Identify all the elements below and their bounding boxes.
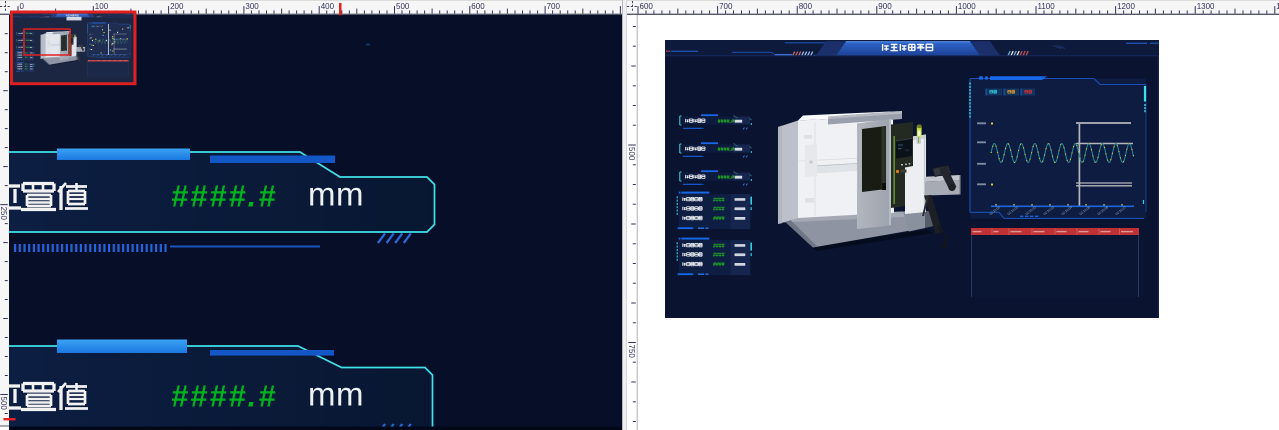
svg-text:700: 700 [719,2,733,11]
svg-text:1200: 1200 [1117,2,1135,11]
svg-text:300: 300 [245,2,259,11]
svg-text:500: 500 [396,2,410,11]
svg-text:####.#: ####.# [171,380,278,414]
svg-text:400: 400 [321,2,335,11]
svg-text:0: 0 [20,2,25,11]
svg-text:500: 500 [627,147,636,161]
svg-text:600: 600 [471,2,485,11]
svg-text:####.#: ####.# [171,180,278,214]
svg-text:800: 800 [799,2,813,11]
svg-text:750: 750 [627,345,636,359]
svg-text:500: 500 [0,397,8,411]
svg-text:1100: 1100 [1038,2,1056,11]
svg-text:600: 600 [640,2,654,11]
svg-text:200: 200 [170,2,184,11]
svg-text:700: 700 [547,2,561,11]
svg-text:mm: mm [308,376,364,413]
svg-text:900: 900 [878,2,892,11]
svg-text:1300: 1300 [1197,2,1215,11]
svg-text:1000: 1000 [958,2,976,11]
svg-text:mm: mm [308,176,364,213]
svg-text:250: 250 [0,207,8,221]
svg-text:100: 100 [95,2,109,11]
